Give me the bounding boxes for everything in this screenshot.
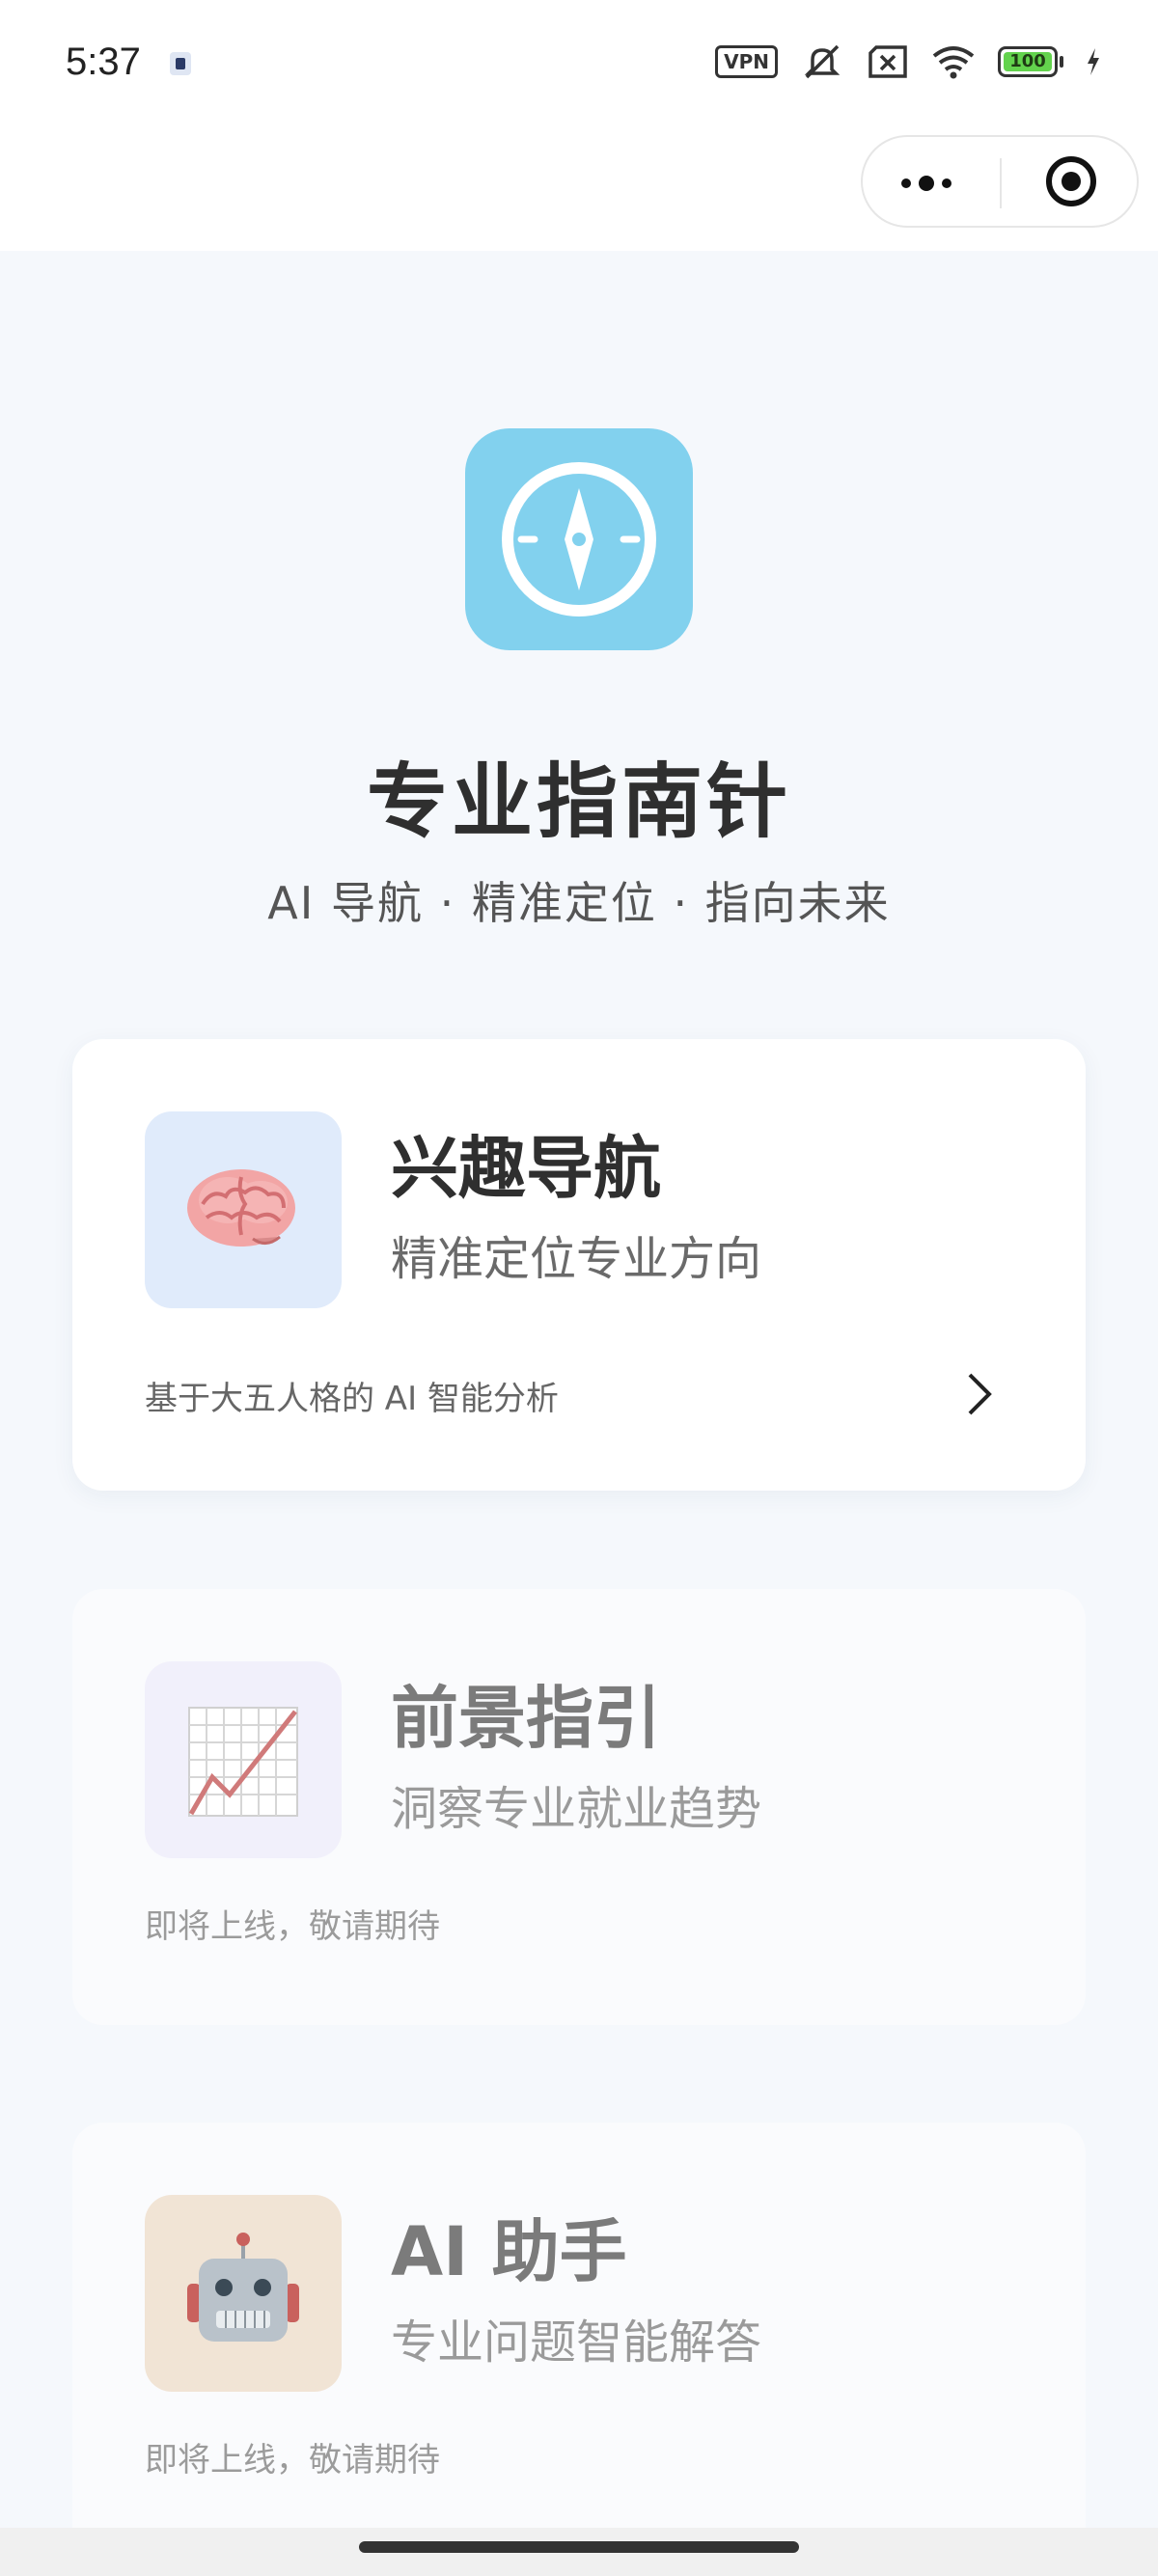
status-icons: VPN 100 [715,42,1102,81]
capsule-divider [1000,158,1002,208]
status-bar: 5:37 VPN 100 [0,0,1158,130]
card-subtitle: 洞察专业就业趋势 [391,1782,762,1836]
charging-icon [1088,48,1099,75]
card-interest-navigation[interactable]: 兴趣导航 精准定位专业方向 基于大五人格的 AI 智能分析 [72,1039,1086,1491]
card-title: 兴趣导航 [391,1129,661,1208]
miniprogram-capsule [861,135,1139,228]
card-title: 前景指引 [391,1679,661,1758]
card-ai-assistant: AI 助手 专业问题智能解答 即将上线，敬请期待 [72,2123,1086,2576]
card-note: 即将上线，敬请期待 [145,2441,440,2480]
card-note: 基于大五人格的 AI 智能分析 [145,1380,559,1418]
mute-icon [804,44,841,79]
card-subtitle: 专业问题智能解答 [391,2316,762,2370]
card-icon-box [145,1111,342,1308]
app-subtitle: AI 导航 · 精准定位 · 指向未来 [267,877,891,929]
app-notification-icon [170,52,191,75]
home-indicator[interactable] [359,2541,799,2553]
robot-icon [187,2233,299,2342]
compass-icon [502,462,656,617]
wifi-icon [932,46,975,79]
sim-off-icon [868,45,907,78]
card-subtitle: 精准定位专业方向 [391,1232,762,1286]
brain-icon [187,1169,295,1247]
card-icon-box [145,2195,342,2392]
more-options-icon[interactable] [901,176,951,191]
app-title: 专业指南针 [366,754,791,849]
compass-logo [465,428,693,650]
battery-level: 100 [1004,52,1052,71]
chevron-right-icon[interactable] [952,1367,1006,1421]
vpn-icon: VPN [715,45,778,78]
close-miniprogram-icon[interactable] [1046,156,1096,206]
chart-increasing-icon [188,1707,298,1817]
battery-icon: 100 [998,46,1063,77]
status-time: 5:37 [66,41,141,83]
card-icon-box [145,1661,342,1858]
card-note: 即将上线，敬请期待 [145,1907,440,1946]
card-title: AI 助手 [391,2212,627,2291]
card-prospect-guidance: 前景指引 洞察专业就业趋势 即将上线，敬请期待 [72,1589,1086,2025]
